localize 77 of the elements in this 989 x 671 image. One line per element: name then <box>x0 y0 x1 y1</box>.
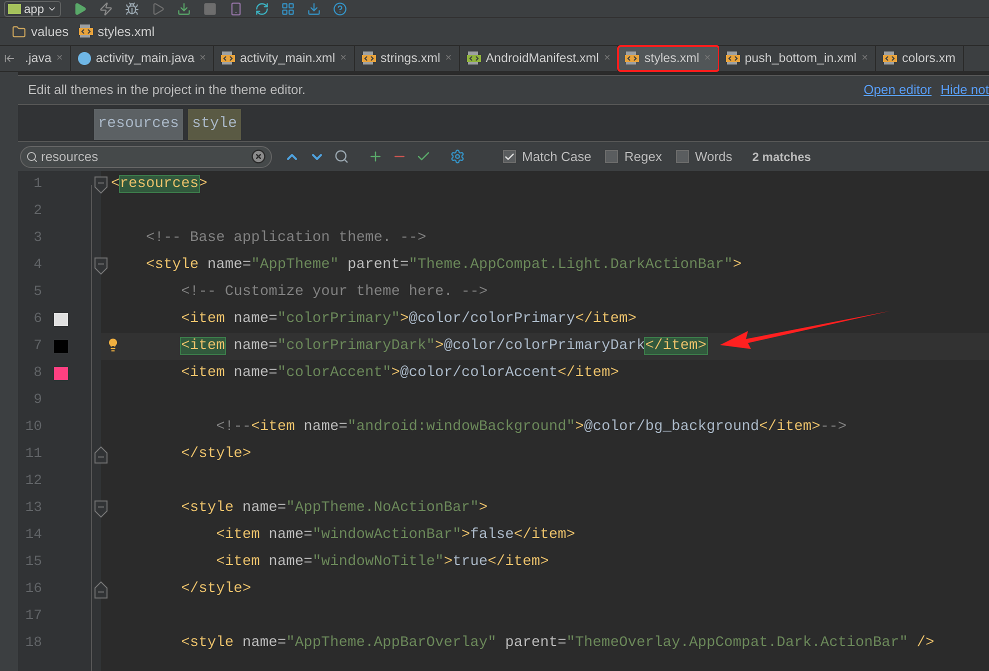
code-line: </style> <box>181 445 252 464</box>
xml-file-icon <box>466 51 481 66</box>
checkbox[interactable] <box>605 150 618 163</box>
find-all-icon[interactable] <box>334 149 349 164</box>
xml-file-icon <box>78 24 93 39</box>
code-line: <style name="AppTheme" parent="Theme.AppCompat.Light.DarkActionBar"> <box>146 256 742 275</box>
search-match-highlight: <item <box>181 338 225 354</box>
match-count: 2 matches <box>752 148 811 166</box>
xml-file-icon <box>362 51 376 66</box>
breadcrumb-item[interactable]: values <box>12 22 69 42</box>
xml-path-tag[interactable]: style <box>188 109 242 140</box>
checkbox-label[interactable]: Words <box>694 146 732 166</box>
tab-label: activity_main.xml <box>240 50 336 68</box>
fold-marker-icon[interactable] <box>94 500 108 518</box>
tab-label: colors.xm <box>902 50 956 68</box>
code-line: <item name="colorPrimary">@color/colorPrimary</item> <box>181 310 636 329</box>
bug-icon[interactable] <box>125 2 140 16</box>
run-icon[interactable] <box>73 2 88 16</box>
sync-icon[interactable] <box>255 2 270 16</box>
xml-file-icon <box>625 51 640 66</box>
settings-icon[interactable] <box>450 149 465 164</box>
tab-label: push_bottom_in.xml <box>744 50 857 68</box>
breadcrumb-label: values <box>31 22 69 41</box>
notification-message: Edit all themes in the project in the theme editor. <box>28 81 306 100</box>
xml-file-icon <box>220 51 235 66</box>
notification-link[interactable]: Hide not <box>940 80 989 100</box>
clear-icon[interactable] <box>251 149 266 164</box>
checkbox-label[interactable]: Regex <box>624 146 662 166</box>
code-line: <item name="windowNoTitle">true</item> <box>216 553 549 572</box>
run-config-dropdown[interactable]: app <box>4 0 62 16</box>
fold-marker-icon[interactable] <box>94 176 108 194</box>
breadcrumb-item[interactable]: styles.xml <box>78 22 155 42</box>
collapse-icon[interactable] <box>4 53 14 64</box>
fold-marker-icon[interactable] <box>94 256 108 274</box>
notification-link[interactable]: Open editor <box>864 80 932 100</box>
search-match-highlight: </item> <box>645 338 707 354</box>
checkbox[interactable] <box>503 150 516 163</box>
code-line: <style name="AppTheme.AppBarOverlay" parent="ThemeOverlay.AppCompat.Dark.ActionBar" /> <box>181 634 934 653</box>
editor-tab[interactable]: AndroidManifest.xml × <box>460 46 618 71</box>
code-line: <item name="colorPrimaryDark">@color/colorPrimaryDark</item> <box>181 337 707 356</box>
install-icon[interactable] <box>177 2 192 16</box>
layout-icon[interactable] <box>281 2 296 16</box>
tab-label: activity_main.java <box>96 50 194 68</box>
class-icon <box>78 52 91 65</box>
checkbox-label[interactable]: Match Case <box>522 146 592 166</box>
tab-label: strings.xml <box>380 50 440 68</box>
code-line: <item name="colorAccent">@color/colorAccent</item> <box>181 364 619 383</box>
code-line: <!-- Base application theme. --> <box>146 229 426 248</box>
code-line: <!-- Customize your theme here. --> <box>181 283 488 302</box>
stop-icon[interactable] <box>203 2 218 16</box>
search-icon <box>26 150 38 162</box>
code-line: </style> <box>181 580 252 599</box>
search-text: resources <box>41 148 100 166</box>
device-icon[interactable] <box>229 2 244 16</box>
tab-label: .java <box>25 50 52 68</box>
code-line: <item name="windowActionBar">false</item> <box>216 526 576 545</box>
xml-path-tag[interactable]: resources <box>94 109 184 140</box>
checkbox[interactable] <box>676 150 689 163</box>
code-line: <style name="AppTheme.NoActionBar"> <box>181 499 488 518</box>
tab-label: AndroidManifest.xml <box>486 50 599 68</box>
xml-file-icon <box>883 51 898 66</box>
search-field[interactable]: resources <box>20 146 272 168</box>
breadcrumb-label: styles.xml <box>98 22 155 41</box>
code-line: <!--<item name="android:windowBackground">@color/bg_background</item>--> <box>216 418 847 437</box>
editor-tab[interactable]: strings.xml × <box>354 46 460 71</box>
search-match-highlight: resources <box>120 176 199 192</box>
lightbulb-icon[interactable] <box>106 338 120 352</box>
lightning-icon[interactable] <box>99 2 114 16</box>
editor-tab[interactable]: styles.xml × <box>618 46 719 71</box>
editor-tab[interactable]: push_bottom_in.xml × <box>718 46 876 71</box>
help-icon[interactable] <box>333 2 348 16</box>
tab-label: styles.xml <box>644 50 700 68</box>
download-icon[interactable] <box>307 2 322 16</box>
add-occurrence-icon[interactable] <box>368 149 383 164</box>
folder-icon <box>12 24 26 38</box>
step-icon[interactable] <box>151 2 166 16</box>
xml-file-icon <box>726 51 740 66</box>
